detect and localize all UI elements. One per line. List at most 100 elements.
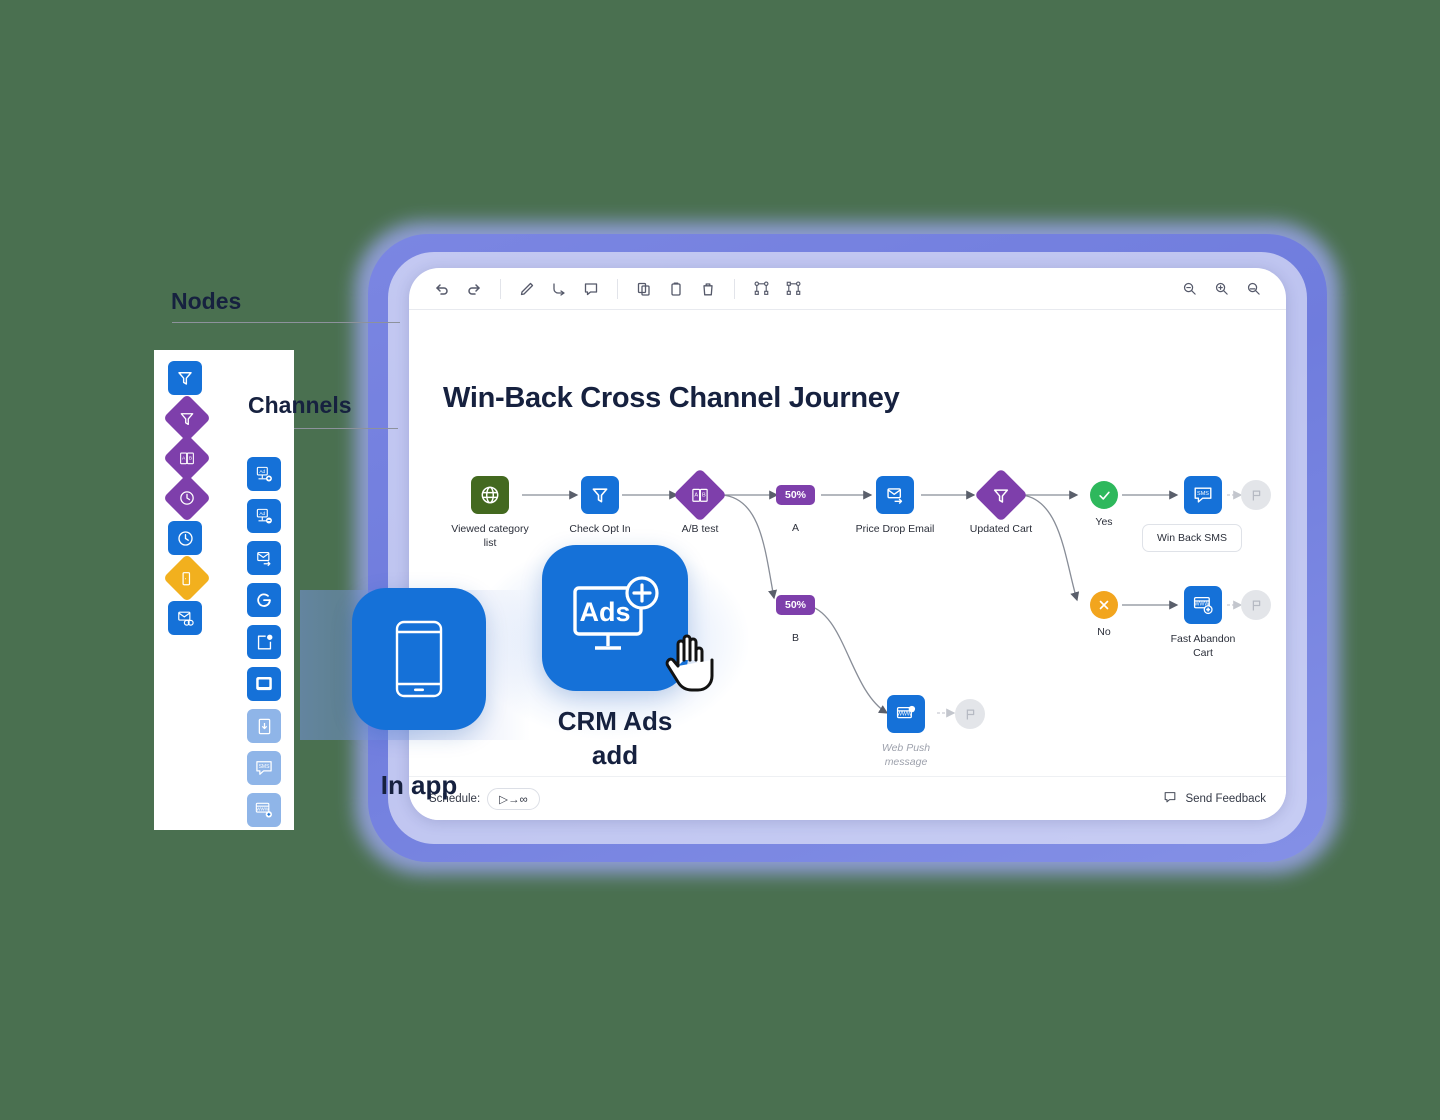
toolbar xyxy=(409,268,1286,310)
close-icon xyxy=(1090,591,1118,619)
zoom-reset-icon[interactable] xyxy=(1238,274,1268,304)
copy-icon[interactable] xyxy=(629,274,659,304)
palette-item-clock-diamond[interactable] xyxy=(162,473,212,523)
flow-node-price-drop-email[interactable]: Price Drop Email xyxy=(856,476,934,535)
toolbar-divider-2 xyxy=(617,278,618,299)
flow-node-chip-win-back-sms[interactable]: Win Back SMS xyxy=(1142,524,1243,552)
svg-text:SMS: SMS xyxy=(1197,491,1209,497)
flow-node-win-back-sms[interactable]: SMS xyxy=(1184,476,1222,514)
svg-text:B: B xyxy=(702,492,706,498)
svg-text:WWW: WWW xyxy=(897,711,912,717)
flow-node-updated-cart[interactable]: Updated Cart xyxy=(970,468,1032,535)
palette-channel-ad-remove[interactable]: Ad xyxy=(247,497,281,535)
nodes-heading: Nodes xyxy=(171,288,242,314)
flow-node-no[interactable]: No xyxy=(1090,591,1118,638)
zoom-out-icon[interactable] xyxy=(1174,274,1204,304)
svg-text:B: B xyxy=(189,455,193,461)
toolbar-divider-3 xyxy=(734,278,735,299)
flow-branch-a[interactable]: 50% A xyxy=(776,485,816,534)
palette-channel-ad-add[interactable]: Ad xyxy=(247,455,281,493)
sms-icon[interactable]: SMS xyxy=(247,751,281,785)
check-icon xyxy=(1090,481,1118,509)
web-push-icon: WWW xyxy=(887,695,925,733)
flow-branch-b[interactable]: 50% B xyxy=(776,595,816,644)
palette-item-clock-square[interactable] xyxy=(168,521,202,555)
filter-icon xyxy=(581,476,619,514)
flow-node-ghost-placeholder[interactable] xyxy=(1241,590,1271,620)
flow-node-label: Check Opt In xyxy=(569,523,631,535)
svg-text:Ad: Ad xyxy=(259,510,265,516)
palette-channel-app-push[interactable] xyxy=(247,623,281,661)
connector-icon[interactable] xyxy=(544,274,574,304)
flow-node-label: A/B test xyxy=(681,523,719,535)
align-nodes-icon[interactable] xyxy=(778,274,808,304)
google-icon[interactable] xyxy=(247,583,281,617)
svg-text:SMS: SMS xyxy=(259,764,271,770)
web-push-add-icon: WWW xyxy=(1184,586,1222,624)
flow-node-label: Fast Abandon Cart xyxy=(1170,633,1236,659)
in-app-icon[interactable] xyxy=(247,667,281,701)
flow-node-ab-test[interactable]: A B A/B test xyxy=(673,468,727,535)
palette-item-email-loop[interactable] xyxy=(168,601,202,635)
in-app-caption: In app xyxy=(380,770,458,800)
palette-channel-sms[interactable]: SMS xyxy=(247,749,281,787)
flow-node-label: No xyxy=(1097,626,1111,638)
svg-text:WWW: WWW xyxy=(256,806,269,811)
palette-channel-google[interactable] xyxy=(247,581,281,619)
svg-text:Ads: Ads xyxy=(579,597,630,627)
toolbar-divider-1 xyxy=(500,278,501,299)
send-feedback-button[interactable]: Send Feedback xyxy=(1163,790,1266,807)
palette-channel-in-app[interactable] xyxy=(247,665,281,703)
bottom-bar: Schedule: ▷→∞ Send Feedback xyxy=(409,776,1286,820)
crm-ads-caption: CRM Ads add xyxy=(557,706,673,770)
ab-test-icon: A B xyxy=(673,468,727,522)
web-push-icon[interactable]: WWW xyxy=(247,793,281,827)
comment-icon[interactable] xyxy=(576,274,606,304)
sms-icon: SMS xyxy=(1184,476,1222,514)
app-push-icon[interactable] xyxy=(247,625,281,659)
flow-node-web-push-message[interactable]: WWW Web Push message xyxy=(882,695,930,768)
delete-icon[interactable] xyxy=(693,274,723,304)
auto-layout-icon[interactable] xyxy=(746,274,776,304)
percentage-badge: 50% xyxy=(776,485,816,505)
email-send-icon[interactable] xyxy=(247,541,281,575)
pencil-icon[interactable] xyxy=(512,274,542,304)
palette-panel: A B Ad Ad SMS WWW xyxy=(154,350,294,830)
paste-icon[interactable] xyxy=(661,274,691,304)
flow-node-yes[interactable]: Yes xyxy=(1090,481,1118,528)
palette-channel-download[interactable] xyxy=(247,707,281,745)
leader-line-nodes xyxy=(172,322,400,323)
redo-icon[interactable] xyxy=(459,274,489,304)
send-feedback-label: Send Feedback xyxy=(1185,792,1266,805)
flow-node-label: Viewed category list xyxy=(451,523,529,549)
svg-text:A: A xyxy=(694,492,698,498)
flow-node-check-opt-in[interactable]: Check Opt In xyxy=(569,476,631,535)
ad-remove-icon[interactable]: Ad xyxy=(247,499,281,533)
channel-palette-list: Ad Ad SMS WWW xyxy=(247,455,281,829)
filter-icon xyxy=(974,468,1028,522)
palette-channel-web-push[interactable]: WWW xyxy=(247,791,281,829)
globe-icon xyxy=(471,476,509,514)
zoom-in-icon[interactable] xyxy=(1206,274,1236,304)
percentage-badge: 50% xyxy=(776,595,816,615)
flow-node-fast-abandon-cart[interactable]: WWW Fast Abandon Cart xyxy=(1171,586,1235,659)
flow-node-label: Yes xyxy=(1095,516,1113,528)
flow-node-label: Price Drop Email xyxy=(855,523,935,535)
download-icon[interactable] xyxy=(247,709,281,743)
node-palette-list: A B xyxy=(162,361,212,635)
schedule-value-pill[interactable]: ▷→∞ xyxy=(487,787,540,810)
flow-node-viewed-category[interactable]: Viewed category list xyxy=(451,476,529,549)
palette-item-exit-diamond[interactable] xyxy=(162,553,212,603)
palette-channel-email[interactable] xyxy=(247,539,281,577)
flow-node-label: Updated Cart xyxy=(969,523,1033,535)
palette-item-filter-square[interactable] xyxy=(168,361,202,395)
flow-node-ghost-placeholder[interactable] xyxy=(955,699,985,729)
flow-node-ghost-placeholder[interactable] xyxy=(1241,480,1271,510)
undo-icon[interactable] xyxy=(427,274,457,304)
svg-text:Ad: Ad xyxy=(259,468,265,474)
ad-add-icon[interactable]: Ad xyxy=(247,457,281,491)
flow-node-label: Web Push message xyxy=(881,742,931,768)
branch-label: A xyxy=(791,522,800,534)
in-app-feature-card[interactable] xyxy=(352,588,486,730)
channels-heading: Channels xyxy=(248,392,352,418)
